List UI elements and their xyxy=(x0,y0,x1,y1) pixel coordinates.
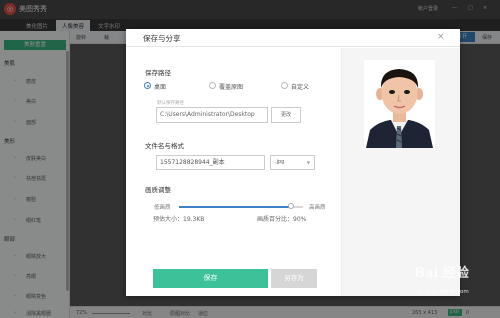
format-select[interactable]: .jpg ▼ xyxy=(270,155,315,170)
dialog-title: 保存与分享 xyxy=(143,34,181,43)
quality-low-label: 低画质 xyxy=(154,205,171,211)
file-name-label: 文件名与格式 xyxy=(145,142,184,150)
close-icon[interactable]: × xyxy=(437,32,445,42)
save-button[interactable]: 保存 xyxy=(153,269,268,288)
watermark-url: jingyan.baidu.com xyxy=(418,289,469,295)
save-path-field[interactable]: C:\Users\Administrator\Desktop xyxy=(156,107,268,123)
format-value: .jpg xyxy=(275,159,285,165)
photo-preview xyxy=(364,60,435,148)
quality-slider-fill xyxy=(179,206,291,208)
dialog-header: 保存与分享 × xyxy=(126,29,460,47)
radio-overwrite-indicator[interactable] xyxy=(209,82,216,89)
quality-percent: 画质百分比：90% xyxy=(257,216,307,223)
quality-slider[interactable] xyxy=(179,203,303,209)
save-path-label: 保存路径 xyxy=(145,69,171,77)
baidu-watermark: Bai 经验 jingyan.baidu.com xyxy=(414,262,494,306)
radio-custom-indicator[interactable] xyxy=(281,82,288,89)
quality-high-label: 高画质 xyxy=(309,205,326,211)
save-as-button[interactable]: 另存为 xyxy=(271,269,317,288)
file-name-field[interactable]: 1557128828944_副本 xyxy=(156,155,265,170)
path-hint: 默认保存路径 xyxy=(157,101,184,106)
quality-label: 画质调整 xyxy=(145,186,171,194)
radio-overwrite-label[interactable]: 覆盖原图 xyxy=(219,82,243,91)
radio-custom-label[interactable]: 自定义 xyxy=(291,82,309,91)
radio-desktop-indicator[interactable] xyxy=(144,82,151,89)
chevron-down-icon: ▼ xyxy=(306,160,310,165)
estimated-size: 预估大小：19.3KB xyxy=(153,216,205,223)
portrait-image xyxy=(364,60,435,148)
quality-slider-handle[interactable] xyxy=(287,203,294,209)
change-path-button[interactable]: 更改 xyxy=(271,107,301,123)
watermark-text: Bai 经验 xyxy=(414,266,469,281)
radio-desktop-label[interactable]: 桌面 xyxy=(154,82,166,91)
dialog-settings-panel: 保存路径 桌面 覆盖原图 自定义 默认保存路径 C:\Users\Adminis… xyxy=(126,48,341,296)
